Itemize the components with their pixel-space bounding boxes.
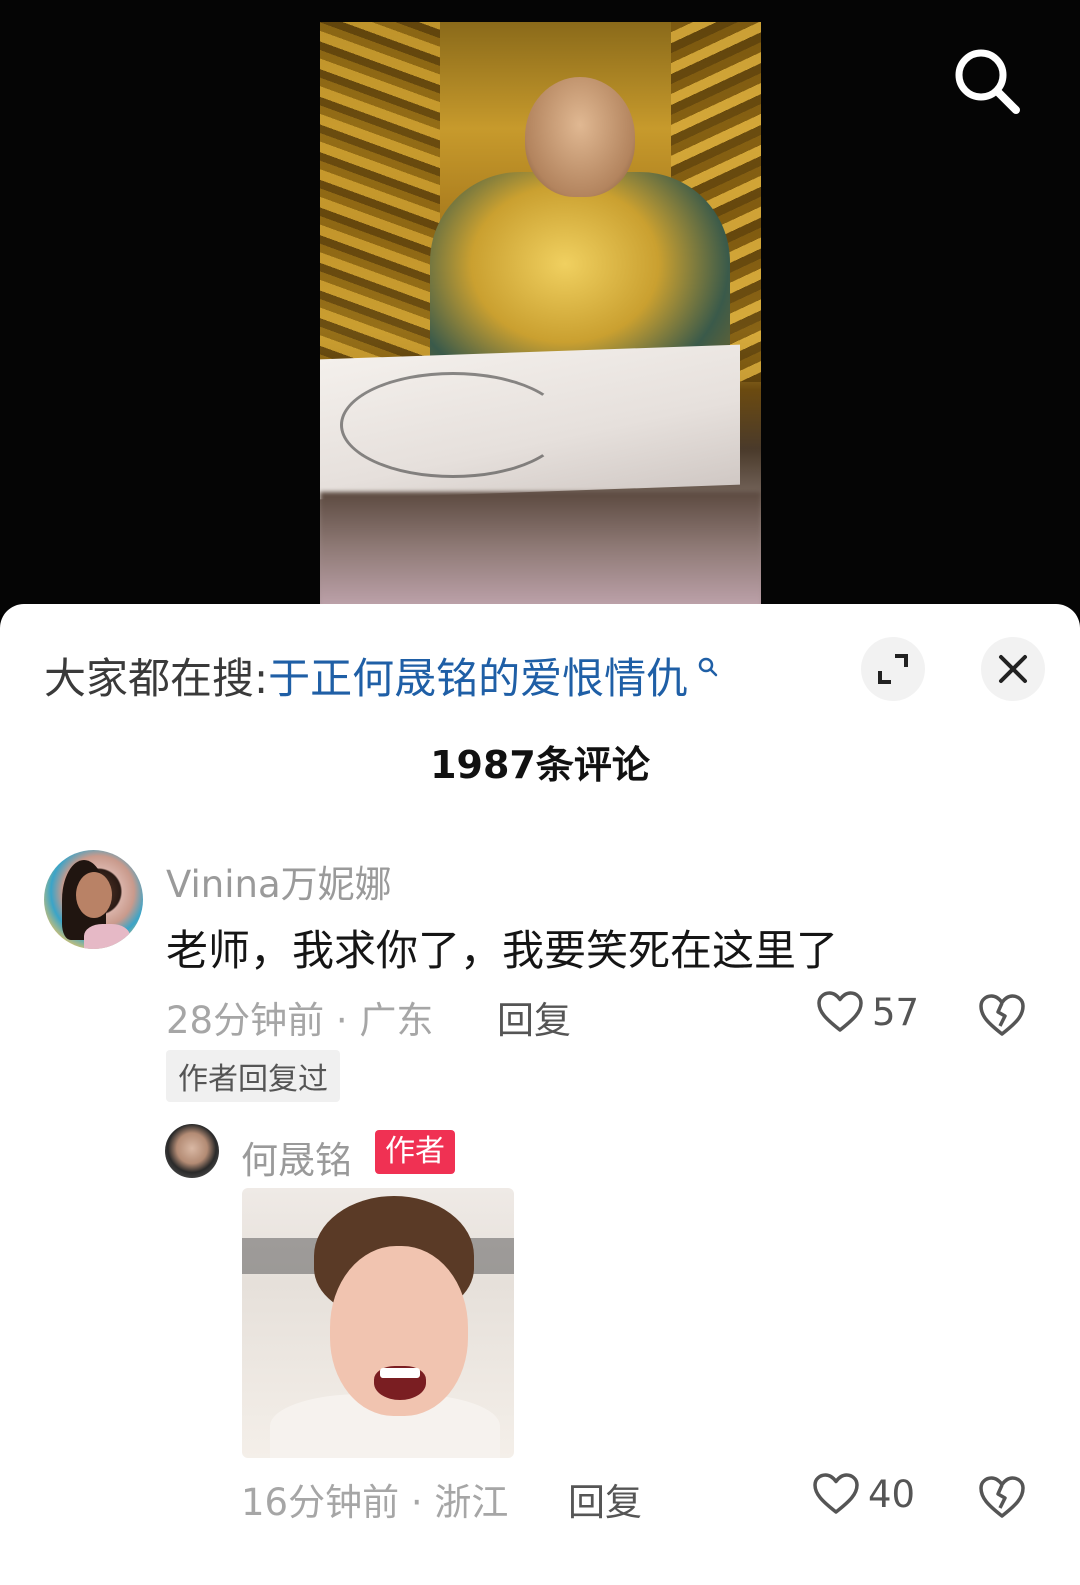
broken-heart-icon	[979, 994, 1025, 1036]
suggest-term-link[interactable]: 于正何晟铭的爱恨情仇	[268, 654, 688, 703]
reply-image-teeth	[380, 1368, 420, 1378]
expand-icon	[878, 654, 908, 684]
video-throne-left	[320, 22, 440, 382]
search-icon	[955, 49, 1020, 114]
reply-dislike-button[interactable]	[977, 1474, 1027, 1520]
search-button[interactable]	[950, 44, 1024, 118]
video-blur	[320, 492, 761, 615]
expand-button[interactable]	[861, 637, 925, 701]
comment-meta: 28分钟前 · 广东	[166, 999, 434, 1042]
heart-icon	[813, 1473, 859, 1514]
reply-like-count: 40	[868, 1472, 916, 1516]
author-badge: 作者	[375, 1130, 455, 1174]
reply-like-button[interactable]: 40	[812, 1472, 915, 1516]
suggest-search-icon	[690, 657, 719, 684]
video-figure-head	[525, 77, 635, 197]
author-replied-badge: 作者回复过	[166, 1050, 340, 1102]
video-drawing	[340, 372, 566, 478]
search-suggestion[interactable]: 大家都在搜:于正何晟铭的爱恨情仇	[44, 642, 719, 709]
like-count: 57	[872, 990, 920, 1034]
video-frame[interactable]	[320, 22, 761, 615]
comment-count: 1987条评论	[430, 743, 650, 787]
close-icon	[999, 655, 1027, 683]
comment-sheet: 大家都在搜:于正何晟铭的爱恨情仇 1987条评论 Vinina万妮娜 老师，我求…	[0, 604, 1080, 1585]
comment-text: 老师，我求你了，我要笑死在这里了	[166, 926, 839, 975]
suggest-prefix: 大家都在搜	[44, 654, 255, 703]
dislike-button[interactable]	[977, 992, 1027, 1038]
like-button[interactable]: 57	[816, 990, 919, 1034]
reply-meta: 16分钟前 · 浙江	[241, 1481, 509, 1524]
comment-username[interactable]: Vinina万妮娜	[166, 854, 392, 908]
reply-username[interactable]: 何晟铭	[241, 1130, 352, 1184]
reply-reply-button[interactable]: 回复	[568, 1472, 642, 1526]
close-button[interactable]	[981, 637, 1045, 701]
heart-icon	[817, 991, 863, 1032]
reply-avatar[interactable]	[165, 1124, 219, 1178]
reply-image[interactable]	[242, 1188, 514, 1458]
avatar-top	[84, 924, 130, 949]
avatar-face	[76, 872, 112, 918]
broken-heart-icon	[979, 1476, 1025, 1518]
suggest-colon: :	[254, 654, 269, 703]
video-player[interactable]	[0, 0, 1080, 615]
reply-button[interactable]: 回复	[497, 990, 571, 1044]
avatar[interactable]	[44, 850, 143, 949]
